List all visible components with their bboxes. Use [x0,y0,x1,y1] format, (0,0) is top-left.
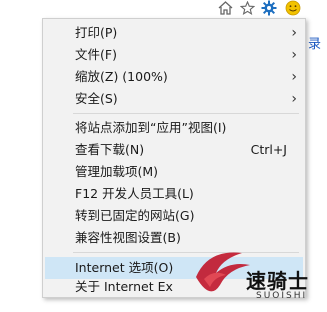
menu-item-print[interactable]: 打印(P) › [43,22,305,44]
menu-item-label: 转到已固定的网站(G) [75,208,195,223]
home-icon[interactable] [217,0,233,16]
menu-item-manage-addons[interactable]: 管理加载项(M) [43,161,305,183]
submenu-arrow-icon: › [291,69,297,85]
menu-item-label: 缩放(Z) (100%) [75,69,168,84]
menu-item-add-to-apps[interactable]: 将站点添加到“应用”视图(I) [43,117,305,139]
watermark-logo: 速骑士 SUOISHI [190,235,327,312]
gear-icon[interactable] [261,0,277,16]
menu-item-label: Internet 选项(O) [75,260,174,275]
watermark-subtext: SUOISHI [256,291,308,301]
watermark-text: 速骑士 [246,269,309,293]
menu-item-dev-tools[interactable]: F12 开发人员工具(L) [43,183,305,205]
star-icon[interactable] [239,0,255,16]
menu-item-label: 管理加载项(M) [75,164,159,179]
menu-item-shortcut: Ctrl+J [250,142,287,157]
menu-item-label: 查看下载(N) [75,142,145,157]
menu-item-label: F12 开发人员工具(L) [75,186,194,201]
menu-item-file[interactable]: 文件(F) › [43,44,305,66]
menu-item-label: 将站点添加到“应用”视图(I) [75,120,227,135]
menu-item-pinned-sites[interactable]: 转到已固定的网站(G) [43,205,305,227]
submenu-arrow-icon: › [291,25,297,41]
smiley-icon[interactable] [285,0,301,16]
menu-item-label: 文件(F) [75,47,117,62]
menu-item-label: 安全(S) [75,91,118,106]
menu-item-label: 打印(P) [75,25,118,40]
menu-item-label: 兼容性视图设置(B) [75,230,181,245]
menu-item-safety[interactable]: 安全(S) › [43,88,305,110]
menu-item-label: 关于 Internet Ex [75,279,173,294]
submenu-arrow-icon: › [291,47,297,63]
page-partial-text: 录 [307,37,321,52]
menu-separator [73,113,299,114]
submenu-arrow-icon: › [291,91,297,107]
menu-item-zoom[interactable]: 缩放(Z) (100%) › [43,66,305,88]
menu-item-view-downloads[interactable]: 查看下载(N) Ctrl+J [43,139,305,161]
browser-toolbar [217,0,327,18]
